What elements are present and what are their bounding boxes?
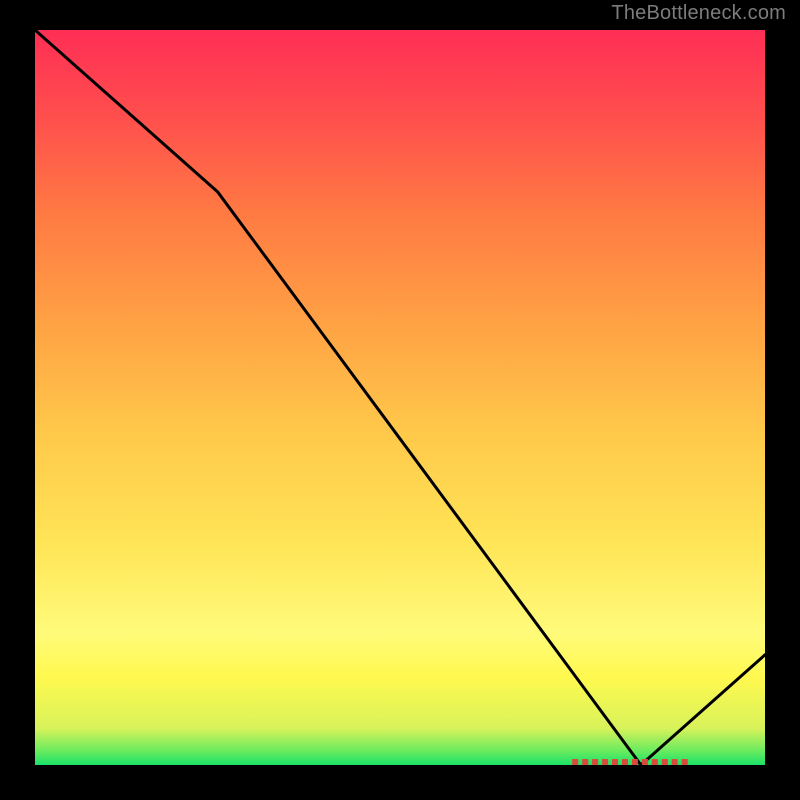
optimal-range-dot: [662, 759, 668, 765]
optimal-range-dot: [632, 759, 638, 765]
optimal-range-dot: [622, 759, 628, 765]
optimal-range-dot: [612, 759, 618, 765]
chart-frame: TheBottleneck.com: [0, 0, 800, 800]
optimal-range-dot: [602, 759, 608, 765]
optimal-range-dot: [652, 759, 658, 765]
optimal-range-marker: [572, 759, 688, 765]
optimal-range-dot: [572, 759, 578, 765]
optimal-range-dot: [642, 759, 648, 765]
optimal-range-dot: [672, 759, 678, 765]
plot-overlay: [35, 30, 765, 765]
attribution-label: TheBottleneck.com: [611, 2, 786, 25]
optimal-range-dot: [592, 759, 598, 765]
optimal-range-dot: [682, 759, 688, 765]
optimal-range-dot: [582, 759, 588, 765]
bottleneck-curve: [35, 30, 765, 765]
